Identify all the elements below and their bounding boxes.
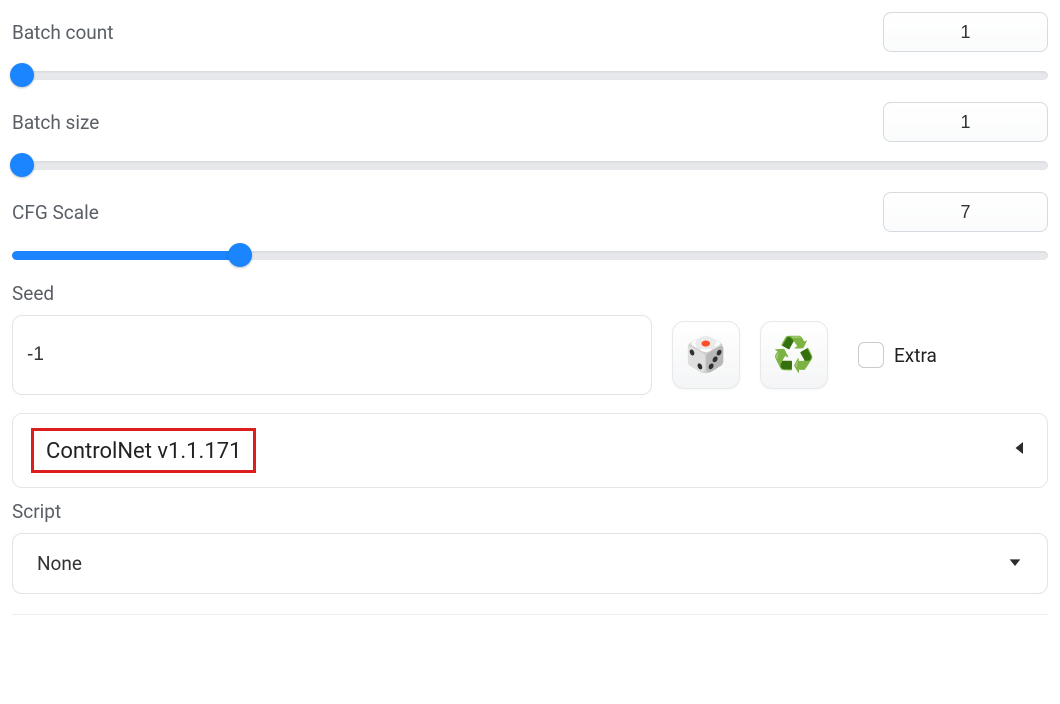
batch-count-input[interactable] xyxy=(883,12,1048,52)
batch-size-label: Batch size xyxy=(12,111,99,134)
recycle-icon: ♻️ xyxy=(773,335,815,375)
script-select[interactable]: None xyxy=(12,533,1048,594)
divider xyxy=(12,614,1048,615)
dice-icon: 🎲 xyxy=(685,335,727,375)
seed-input[interactable] xyxy=(12,315,652,395)
batch-count-label: Batch count xyxy=(12,21,113,44)
batch-count-slider[interactable] xyxy=(12,66,1048,84)
seed-extra-checkbox[interactable] xyxy=(858,342,884,368)
seed-field: Seed 🎲 ♻️ Extra xyxy=(12,282,1048,395)
script-selected-value: None xyxy=(37,552,82,575)
script-field: Script None xyxy=(12,500,1048,594)
seed-label: Seed xyxy=(12,282,1048,305)
batch-size-input[interactable] xyxy=(883,102,1048,142)
controlnet-title: ControlNet v1.1.171 xyxy=(46,439,241,464)
cfg-scale-slider[interactable] xyxy=(12,246,1048,264)
script-label: Script xyxy=(12,500,1048,523)
seed-randomize-button[interactable]: 🎲 xyxy=(672,321,740,389)
seed-reuse-button[interactable]: ♻️ xyxy=(760,321,828,389)
controlnet-accordion[interactable]: ControlNet v1.1.171 xyxy=(12,413,1048,488)
cfg-scale-field: CFG Scale xyxy=(12,192,1048,264)
seed-extra-toggle[interactable]: Extra xyxy=(858,342,937,368)
batch-size-field: Batch size xyxy=(12,102,1048,174)
cfg-scale-label: CFG Scale xyxy=(12,201,99,224)
caret-down-icon xyxy=(1007,552,1023,575)
chevron-left-icon xyxy=(1011,439,1029,462)
seed-extra-label: Extra xyxy=(894,344,937,367)
cfg-scale-input[interactable] xyxy=(883,192,1048,232)
controlnet-highlight: ControlNet v1.1.171 xyxy=(31,428,256,473)
batch-count-field: Batch count xyxy=(12,12,1048,84)
batch-size-slider[interactable] xyxy=(12,156,1048,174)
